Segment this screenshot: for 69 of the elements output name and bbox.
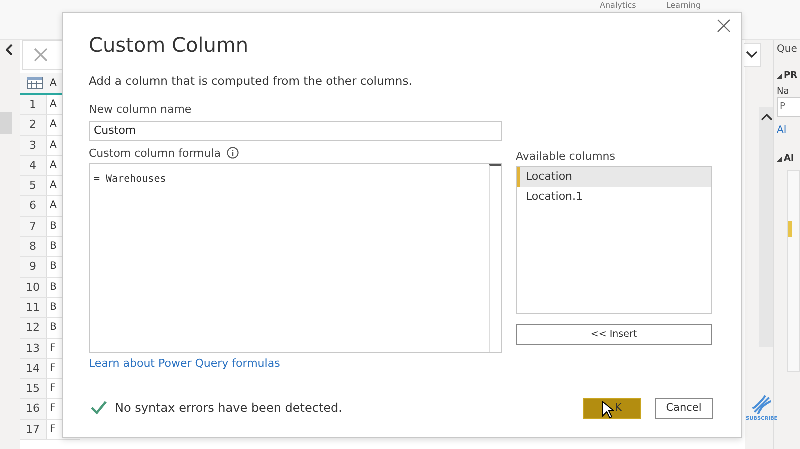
- table-cell-text: A: [49, 199, 57, 214]
- expand-triangle-icon[interactable]: [777, 74, 782, 78]
- row-number: 9: [20, 257, 47, 277]
- row-number: 5: [20, 176, 47, 196]
- row-number: 3: [20, 136, 47, 155]
- list-label: Available columns: [516, 150, 617, 162]
- formula-editor[interactable]: = Warehouses: [89, 162, 502, 352]
- name-field[interactable]: P: [777, 97, 800, 117]
- field-label: Custom column formula: [89, 146, 222, 160]
- field-label: Na: [777, 87, 790, 97]
- row-number: 8: [20, 237, 47, 256]
- table-icon[interactable]: [24, 77, 46, 89]
- row-number: 14: [20, 358, 47, 378]
- table-cell-text: F: [49, 382, 56, 396]
- table-cell-text: A: [49, 138, 57, 153]
- pane-title: Que: [777, 44, 798, 55]
- row-number: 13: [20, 338, 47, 358]
- close-icon[interactable]: [717, 19, 731, 33]
- collapse-icon[interactable]: [6, 44, 14, 56]
- section-heading[interactable]: Al: [784, 154, 794, 164]
- chevron-up-icon[interactable]: [760, 113, 772, 121]
- insert-button[interactable]: << Insert: [516, 324, 712, 344]
- ribbon-tab[interactable]: Learning: [666, 1, 702, 10]
- cancel-button[interactable]: Cancel: [655, 398, 713, 418]
- row-number: 11: [20, 298, 47, 318]
- row-number: 7: [20, 216, 47, 236]
- table-cell-text: A: [49, 158, 57, 173]
- table-cell-text: F: [49, 422, 56, 437]
- ribbon-tab[interactable]: Analytics: [600, 1, 636, 10]
- column-list-item[interactable]: Location: [517, 166, 711, 186]
- table-cell-text: F: [49, 342, 56, 356]
- row-number: 10: [20, 278, 47, 297]
- expand-triangle-icon[interactable]: [777, 156, 782, 162]
- mouse-cursor-icon: [602, 401, 614, 419]
- row-number: 2: [20, 115, 47, 135]
- table-cell-text: B: [49, 220, 57, 234]
- dropdown-button[interactable]: [744, 43, 761, 67]
- row-number: 15: [20, 379, 47, 398]
- row-number: 4: [20, 156, 47, 176]
- field-label: New column name: [89, 103, 193, 116]
- info-icon[interactable]: [227, 147, 240, 159]
- scrollbar[interactable]: [759, 107, 774, 347]
- row-number: 16: [20, 399, 47, 419]
- status-message: No syntax errors have been detected.: [115, 401, 342, 415]
- table-cell-text: B: [49, 321, 57, 336]
- table-cell-text: B: [49, 280, 57, 295]
- table-cell-text: F: [49, 402, 56, 416]
- table-cell-text: B: [49, 260, 57, 274]
- table-cell-text: A: [49, 179, 57, 194]
- table-cell-text: B: [49, 300, 57, 315]
- row-number: 12: [20, 318, 47, 338]
- section-heading[interactable]: PR: [784, 71, 798, 81]
- selection-marker: [0, 112, 12, 134]
- table-cell-text: A: [49, 98, 57, 112]
- table-cell-text: F: [49, 362, 56, 376]
- column-list-item[interactable]: Location.1: [517, 186, 711, 206]
- dialog-description: Add a column that is computed from the other columns.: [89, 74, 414, 88]
- learn-link[interactable]: Learn about Power Query formulas: [89, 356, 502, 370]
- dialog-title: Custom Column: [89, 33, 250, 57]
- properties-link[interactable]: Al: [777, 125, 800, 136]
- column-name-field[interactable]: Custom: [89, 120, 502, 140]
- column-header[interactable]: A: [50, 78, 57, 88]
- chevron-down-icon: [746, 51, 758, 59]
- row-number: 1: [20, 95, 47, 114]
- table-cell-text: A: [49, 118, 57, 132]
- ok-button[interactable]: K: [583, 398, 641, 418]
- row-number: 17: [20, 420, 47, 440]
- table-cell-text: B: [49, 240, 57, 254]
- row-number: 6: [20, 196, 47, 216]
